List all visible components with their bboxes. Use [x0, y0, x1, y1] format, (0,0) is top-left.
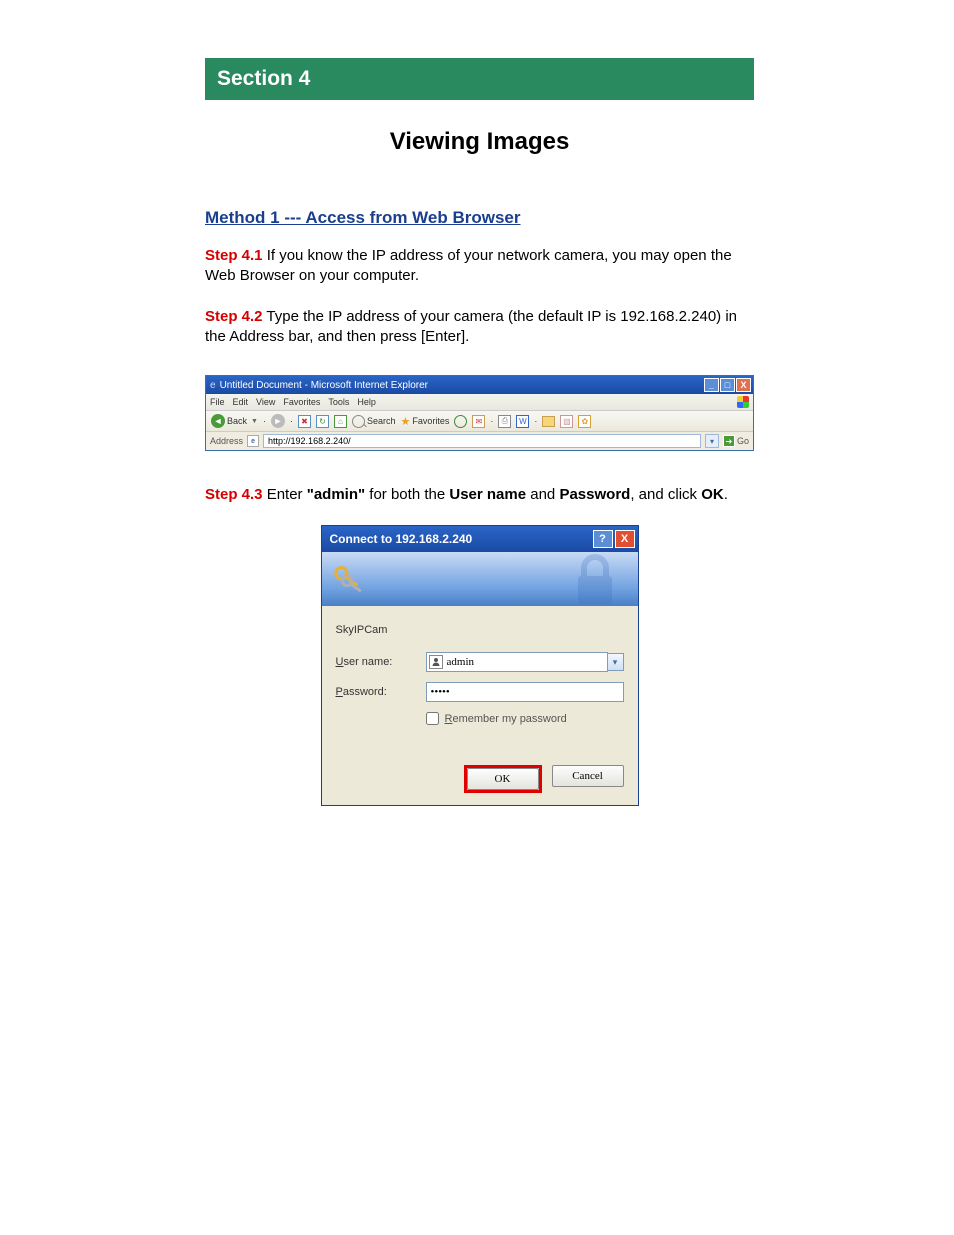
dialog-buttons: OK Cancel	[322, 737, 638, 805]
refresh-button[interactable]: ↻	[316, 415, 329, 428]
stop-button[interactable]: ✖	[298, 415, 311, 428]
t: Enter	[263, 486, 307, 503]
username-input[interactable]	[447, 656, 605, 668]
edit-button[interactable]: W	[516, 415, 529, 428]
favorites-button[interactable]: ★Favorites	[400, 415, 449, 428]
ie-menubar: File Edit View Favorites Tools Help	[206, 394, 753, 411]
password-input[interactable]	[426, 682, 624, 702]
menu-file[interactable]: File	[210, 397, 225, 407]
person-icon	[429, 655, 443, 669]
username-dropdown-button[interactable]: ▾	[608, 653, 624, 671]
t: for both the	[365, 486, 449, 503]
menu-favorites[interactable]: Favorites	[283, 397, 320, 407]
ok-bold: OK	[701, 486, 724, 503]
maximize-button[interactable]: □	[720, 378, 735, 392]
dialog-body: SkyIPCam User name: ▾ Password:	[322, 606, 638, 737]
ok-button-highlight: OK	[464, 765, 542, 793]
username-field[interactable]	[426, 652, 608, 672]
close-button[interactable]: X	[736, 378, 751, 392]
dialog-banner	[322, 552, 638, 606]
realm-text: SkyIPCam	[336, 624, 624, 636]
username-label: User name:	[336, 656, 426, 668]
step-4-2: Step 4.2 Type the IP address of your cam…	[205, 307, 754, 348]
ie-title-text: Untitled Document - Microsoft Internet E…	[220, 380, 428, 391]
home-button[interactable]: ⌂	[334, 415, 347, 428]
password-label: Password:	[336, 686, 426, 698]
go-button[interactable]: ➔Go	[723, 435, 749, 447]
menu-view[interactable]: View	[256, 397, 275, 407]
ie-address-bar: Address e ▾ ➔Go	[206, 432, 753, 450]
username-bold: User name	[449, 486, 526, 503]
keys-icon	[330, 560, 368, 598]
step-4-3: Step 4.3 Enter "admin" for both the User…	[205, 485, 754, 505]
page-title: Viewing Images	[205, 128, 754, 156]
t: and	[526, 486, 559, 503]
address-dropdown-button[interactable]: ▾	[705, 434, 719, 448]
address-input[interactable]	[263, 434, 701, 448]
menu-tools[interactable]: Tools	[328, 397, 349, 407]
menu-edit[interactable]: Edit	[233, 397, 249, 407]
dialog-titlebar: Connect to 192.168.2.240 ? X	[322, 526, 638, 552]
toolbar-icon-1[interactable]: ▧	[560, 415, 573, 428]
auth-dialog: Connect to 192.168.2.240 ? X SkyIPCam Us…	[321, 525, 639, 806]
mail-button[interactable]: ✉	[472, 415, 485, 428]
ie-window: e Untitled Document - Microsoft Internet…	[205, 375, 754, 451]
step-label: Step 4.1	[205, 247, 263, 264]
admin-bold: "admin"	[307, 486, 365, 503]
section-banner: Section 4	[205, 58, 754, 100]
page-icon: e	[247, 435, 259, 447]
t: , and click	[630, 486, 701, 503]
step-text: If you know the IP address of your netwo…	[205, 247, 732, 284]
back-button[interactable]: ◄Back▼	[211, 414, 258, 428]
remember-checkbox[interactable]	[426, 712, 439, 725]
ie-toolbar: ◄Back▼ · ► · ✖ ↻ ⌂ Search ★Favorites ✉ ·…	[206, 411, 753, 432]
folder-icon[interactable]	[542, 416, 555, 427]
minimize-button[interactable]: _	[704, 378, 719, 392]
menu-help[interactable]: Help	[357, 397, 376, 407]
ie-titlebar: e Untitled Document - Microsoft Internet…	[206, 376, 753, 394]
step-text: Type the IP address of your camera (the …	[205, 308, 737, 345]
step-label: Step 4.2	[205, 308, 263, 325]
cancel-button[interactable]: Cancel	[552, 765, 624, 787]
ie-icon: e	[210, 380, 216, 391]
search-button[interactable]: Search	[352, 415, 396, 428]
step-4-1: Step 4.1 If you know the IP address of y…	[205, 246, 754, 287]
ok-button[interactable]: OK	[467, 768, 539, 790]
dialog-close-button[interactable]: X	[615, 530, 635, 548]
dialog-title: Connect to 192.168.2.240	[330, 532, 473, 546]
lock-bg-icon	[560, 552, 630, 606]
remember-label: Remember my password	[445, 713, 567, 725]
history-button[interactable]	[454, 415, 467, 428]
toolbar-icon-2[interactable]: ✿	[578, 415, 591, 428]
forward-button[interactable]: ►	[271, 414, 285, 428]
address-label: Address	[210, 436, 243, 446]
print-button[interactable]: ⎙	[498, 415, 511, 428]
t: .	[724, 486, 728, 503]
method-heading: Method 1 --- Access from Web Browser	[205, 208, 754, 228]
windows-flag-icon	[737, 396, 749, 408]
step-label: Step 4.3	[205, 486, 263, 503]
password-bold: Password	[559, 486, 630, 503]
help-button[interactable]: ?	[593, 530, 613, 548]
